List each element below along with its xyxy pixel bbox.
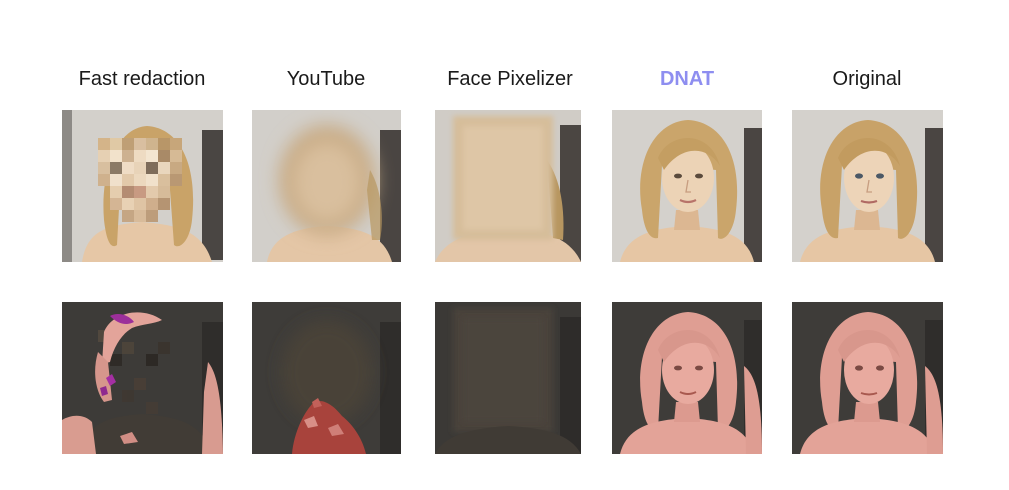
photo-dnat bbox=[612, 110, 762, 262]
photo-youtube bbox=[252, 110, 401, 262]
photo-face-pixelizer bbox=[435, 110, 581, 262]
column-title-face-pixelizer: Face Pixelizer bbox=[447, 68, 573, 90]
column-title-youtube: YouTube bbox=[286, 68, 366, 90]
segmentation-face-pixelizer bbox=[435, 302, 581, 454]
photo-fast-redaction bbox=[62, 110, 223, 262]
segmentation-original bbox=[792, 302, 943, 454]
segmentation-fast-redaction bbox=[62, 302, 223, 454]
photo-original bbox=[792, 110, 943, 262]
column-title-original: Original bbox=[832, 68, 902, 90]
segmentation-dnat bbox=[612, 302, 762, 454]
column-title-fast-redaction: Fast redaction bbox=[78, 68, 206, 90]
segmentation-youtube bbox=[252, 302, 401, 454]
column-title-dnat: DNAT bbox=[659, 68, 715, 90]
